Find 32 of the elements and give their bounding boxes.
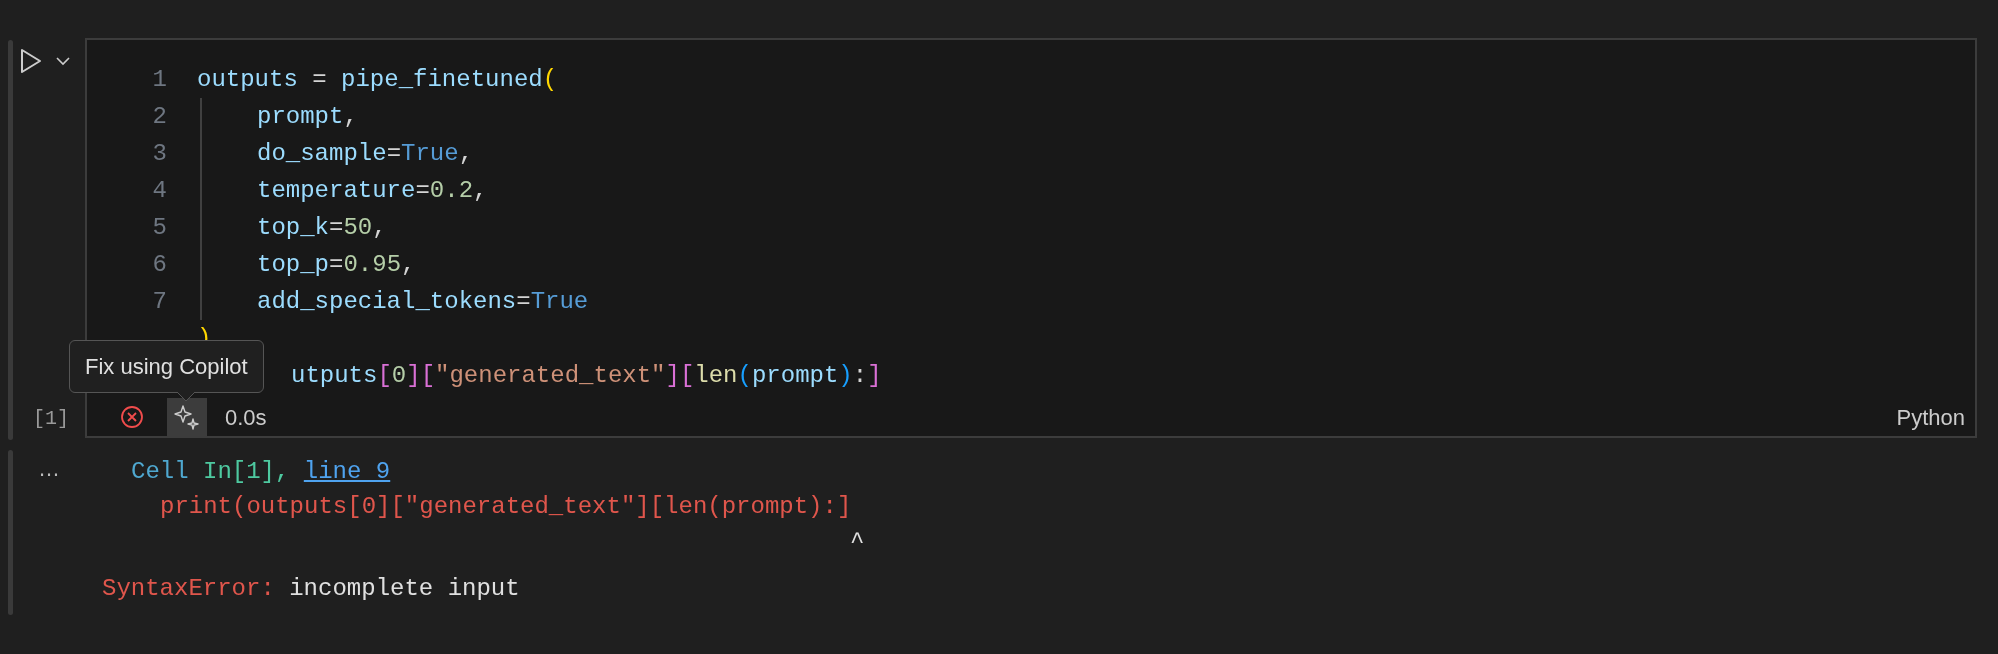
copilot-fix-button[interactable]: [167, 398, 207, 436]
execution-count: [1]: [32, 406, 70, 432]
line-number: 5: [151, 213, 167, 243]
run-icon[interactable]: [20, 48, 42, 74]
chevron-down-icon[interactable]: [56, 56, 70, 66]
error-source-line: print(outputs[0]["generated_text"][len(prompt):]: [159, 492, 853, 522]
code-line: top_p=0.95,: [200, 246, 416, 283]
caret-marker: ^: [850, 528, 865, 555]
duration-text: 0.0s: [225, 403, 267, 432]
more-actions-icon[interactable]: …: [38, 454, 60, 484]
traceback-text: In[1],: [203, 457, 290, 487]
code-line: add_special_tokens=True: [200, 283, 589, 320]
sparkle-icon: [174, 404, 200, 430]
line-number: 4: [151, 176, 167, 206]
language-label[interactable]: Python: [1896, 400, 1965, 434]
code-line: outputs = pipe_finetuned(: [197, 65, 558, 95]
code-line: top_k=50,: [200, 209, 387, 246]
error-message: incomplete input: [289, 574, 520, 604]
line-link[interactable]: line 9: [303, 454, 391, 489]
tooltip-pointer-icon: [177, 392, 195, 401]
line-number: 2: [151, 102, 167, 132]
code-line: utputs[0]["generated_text"][len(prompt):]: [291, 361, 882, 391]
code-line: temperature=0.2,: [200, 172, 488, 209]
error-type: SyntaxError:: [102, 574, 275, 604]
code-line: do_sample=True,: [200, 135, 474, 172]
line-number: 3: [151, 139, 167, 169]
code-line: prompt,: [200, 98, 358, 135]
traceback-text: Cell: [131, 457, 189, 487]
line-number: 6: [151, 250, 167, 280]
line-number: 7: [151, 287, 167, 317]
tooltip: Fix using Copilot: [69, 340, 264, 393]
line-number: 1: [151, 65, 167, 95]
